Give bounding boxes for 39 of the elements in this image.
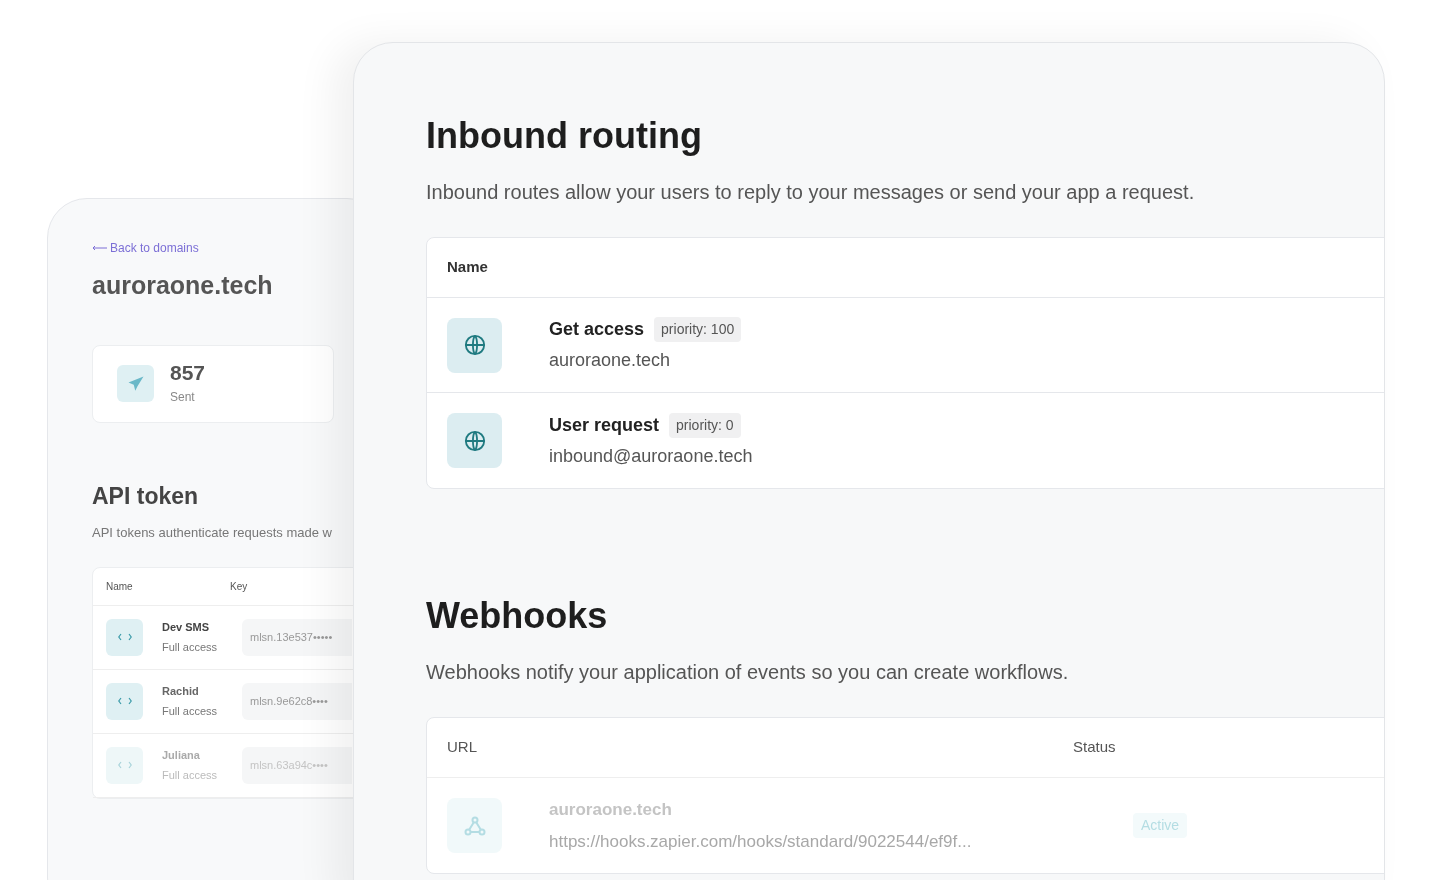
stat-value: 857: [170, 361, 206, 383]
route-target: inbound@auroraone.tech: [549, 444, 753, 468]
section-description: Webhooks notify your application of events so you can create workflows.: [426, 660, 1070, 685]
token-name: Juliana: [162, 748, 201, 763]
code-icon: [106, 746, 143, 784]
section-title: Webhooks: [426, 594, 609, 638]
column-header: Status: [1073, 737, 1116, 758]
route-target: auroraone.tech: [549, 349, 672, 372]
status-tag: Active: [1133, 813, 1188, 838]
domain-title: auroraone.tech: [92, 270, 274, 301]
priority-tag: priority: 100: [654, 317, 742, 342]
arrow-left-icon: [92, 245, 107, 251]
code-icon: [106, 618, 143, 656]
column-header: Name: [106, 579, 134, 594]
column-header: URL: [447, 737, 478, 758]
token-key: mlsn.13e537•••••: [250, 628, 333, 646]
token-name: Rachid: [162, 684, 200, 699]
globe-icon: [463, 429, 486, 452]
code-icon: [106, 682, 143, 720]
stat-label: Sent: [170, 388, 196, 406]
paper-plane-icon: [117, 365, 154, 402]
webhook-url: https://hooks.zapier.com/hooks/standard/9022544/ef9f...: [549, 830, 973, 853]
token-access: Full access: [162, 639, 219, 655]
route-name: Get access: [549, 318, 645, 341]
token-key: mlsn.9e62c8••••: [250, 692, 328, 710]
token-access: Full access: [162, 767, 219, 783]
token-access: Full access: [162, 703, 219, 719]
column-header: Name: [447, 257, 488, 278]
section-title: Inbound routing: [426, 114, 703, 158]
route-name: User request: [549, 413, 660, 437]
token-name: Dev SMS: [162, 620, 211, 635]
section-description: Inbound routes allow your users to reply to your messages or send your app a request.: [426, 180, 1196, 205]
column-header: Key: [230, 579, 248, 594]
back-link[interactable]: Back to domains: [110, 239, 199, 257]
section-description: API tokens authenticate requests made w: [92, 524, 333, 542]
priority-tag: priority: 0: [669, 412, 741, 438]
section-title: API token: [92, 481, 200, 511]
globe-icon: [463, 334, 486, 356]
webhook-name: auroraone.tech: [549, 799, 673, 821]
